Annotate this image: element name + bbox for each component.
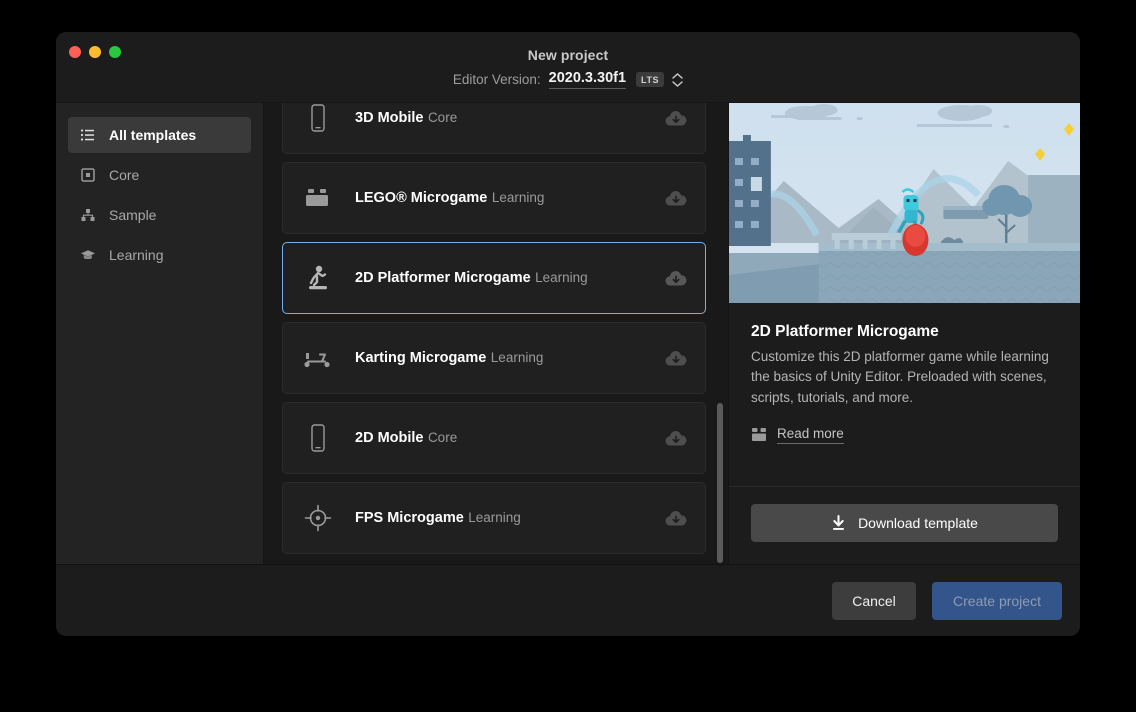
page-title: New project <box>56 47 1080 63</box>
template-row-lego-microgame[interactable]: LEGO® Microgame Learning <box>282 162 706 234</box>
detail-title: 2D Platformer Microgame <box>751 323 1058 341</box>
title-bar: New project Editor Version: 2020.3.30f1 … <box>56 32 1080 102</box>
cloud-download-icon[interactable] <box>665 270 687 287</box>
editor-version-label: Editor Version: <box>453 72 541 87</box>
template-row-2d-mobile[interactable]: 2D Mobile Core <box>282 402 706 474</box>
runner-icon <box>303 263 333 293</box>
sidebar-label-sample: Sample <box>109 207 156 223</box>
kart-icon <box>303 343 333 373</box>
template-name: 3D Mobile <box>355 110 423 126</box>
template-category: Learning <box>535 270 588 285</box>
cloud-download-icon[interactable] <box>665 110 687 127</box>
template-text: LEGO® Microgame Learning <box>355 189 665 207</box>
template-category: Core <box>428 110 457 125</box>
sidebar-label-core: Core <box>109 167 139 183</box>
create-project-button[interactable]: Create project <box>932 582 1062 620</box>
template-row-karting-microgame[interactable]: Karting Microgame Learning <box>282 322 706 394</box>
core-square-icon <box>80 167 96 183</box>
template-category: Learning <box>468 510 521 525</box>
template-text: 2D Mobile Core <box>355 429 665 447</box>
sidebar-label-learning: Learning <box>109 247 164 263</box>
template-category: Learning <box>491 350 544 365</box>
download-template-button[interactable]: Download template <box>751 504 1058 542</box>
cloud-download-icon[interactable] <box>665 350 687 367</box>
open-box-icon <box>751 427 767 442</box>
cloud-download-icon[interactable] <box>665 430 687 447</box>
download-template-label: Download template <box>858 515 978 531</box>
read-more-row[interactable]: Read more <box>751 426 1058 444</box>
version-stepper-icon[interactable] <box>672 73 683 87</box>
template-text: FPS Microgame Learning <box>355 509 665 527</box>
template-list: 3D Mobile Core LEGO® Microgame Learning <box>264 103 728 564</box>
lego-brick-icon <box>303 183 333 213</box>
editor-version-row: Editor Version: 2020.3.30f1 LTS <box>56 70 1080 89</box>
title-block: New project Editor Version: 2020.3.30f1 … <box>56 47 1080 89</box>
sidebar-label-all-templates: All templates <box>109 127 196 143</box>
crosshair-icon <box>303 503 333 533</box>
phone-icon <box>303 103 333 133</box>
detail-actions: Download template <box>729 486 1080 564</box>
detail-description: Customize this 2D platformer game while … <box>751 347 1058 408</box>
phone-icon <box>303 423 333 453</box>
graduation-cap-icon <box>80 247 96 263</box>
cloud-download-icon[interactable] <box>665 190 687 207</box>
dialog-footer: Cancel Create project <box>56 564 1080 636</box>
template-row-fps-microgame[interactable]: FPS Microgame Learning <box>282 482 706 554</box>
template-row-3d-mobile[interactable]: 3D Mobile Core <box>282 103 706 154</box>
list-icon <box>80 127 96 143</box>
sidebar-item-core[interactable]: Core <box>68 157 251 193</box>
lts-badge: LTS <box>636 72 664 87</box>
cancel-button[interactable]: Cancel <box>832 582 916 620</box>
sample-blocks-icon <box>80 207 96 223</box>
sidebar-item-all-templates[interactable]: All templates <box>68 117 251 153</box>
sidebar-item-learning[interactable]: Learning <box>68 237 251 273</box>
template-detail-panel: 2D Platformer Microgame Customize this 2… <box>728 103 1080 564</box>
template-text: 3D Mobile Core <box>355 109 665 127</box>
template-preview-image <box>729 103 1080 303</box>
template-category: Learning <box>492 190 545 205</box>
sidebar-item-sample[interactable]: Sample <box>68 197 251 233</box>
template-name: 2D Mobile <box>355 430 423 446</box>
detail-info: 2D Platformer Microgame Customize this 2… <box>729 303 1080 486</box>
cloud-download-icon[interactable] <box>665 510 687 527</box>
sidebar: All templates Core <box>56 103 264 564</box>
template-name: LEGO® Microgame <box>355 190 487 206</box>
template-text: 2D Platformer Microgame Learning <box>355 269 665 287</box>
template-list-scrollbar[interactable] <box>717 403 723 563</box>
dialog-body: All templates Core <box>56 102 1080 564</box>
editor-version-value[interactable]: 2020.3.30f1 <box>549 70 626 89</box>
template-list-inner: 3D Mobile Core LEGO® Microgame Learning <box>264 103 728 564</box>
template-name: 2D Platformer Microgame <box>355 270 531 286</box>
template-category: Core <box>428 430 457 445</box>
template-name: Karting Microgame <box>355 350 486 366</box>
download-arrow-icon <box>831 515 846 531</box>
template-row-2d-platformer-microgame[interactable]: 2D Platformer Microgame Learning <box>282 242 706 314</box>
template-text: Karting Microgame Learning <box>355 349 665 367</box>
template-name: FPS Microgame <box>355 510 464 526</box>
read-more-link[interactable]: Read more <box>777 426 844 444</box>
new-project-dialog: New project Editor Version: 2020.3.30f1 … <box>56 32 1080 636</box>
